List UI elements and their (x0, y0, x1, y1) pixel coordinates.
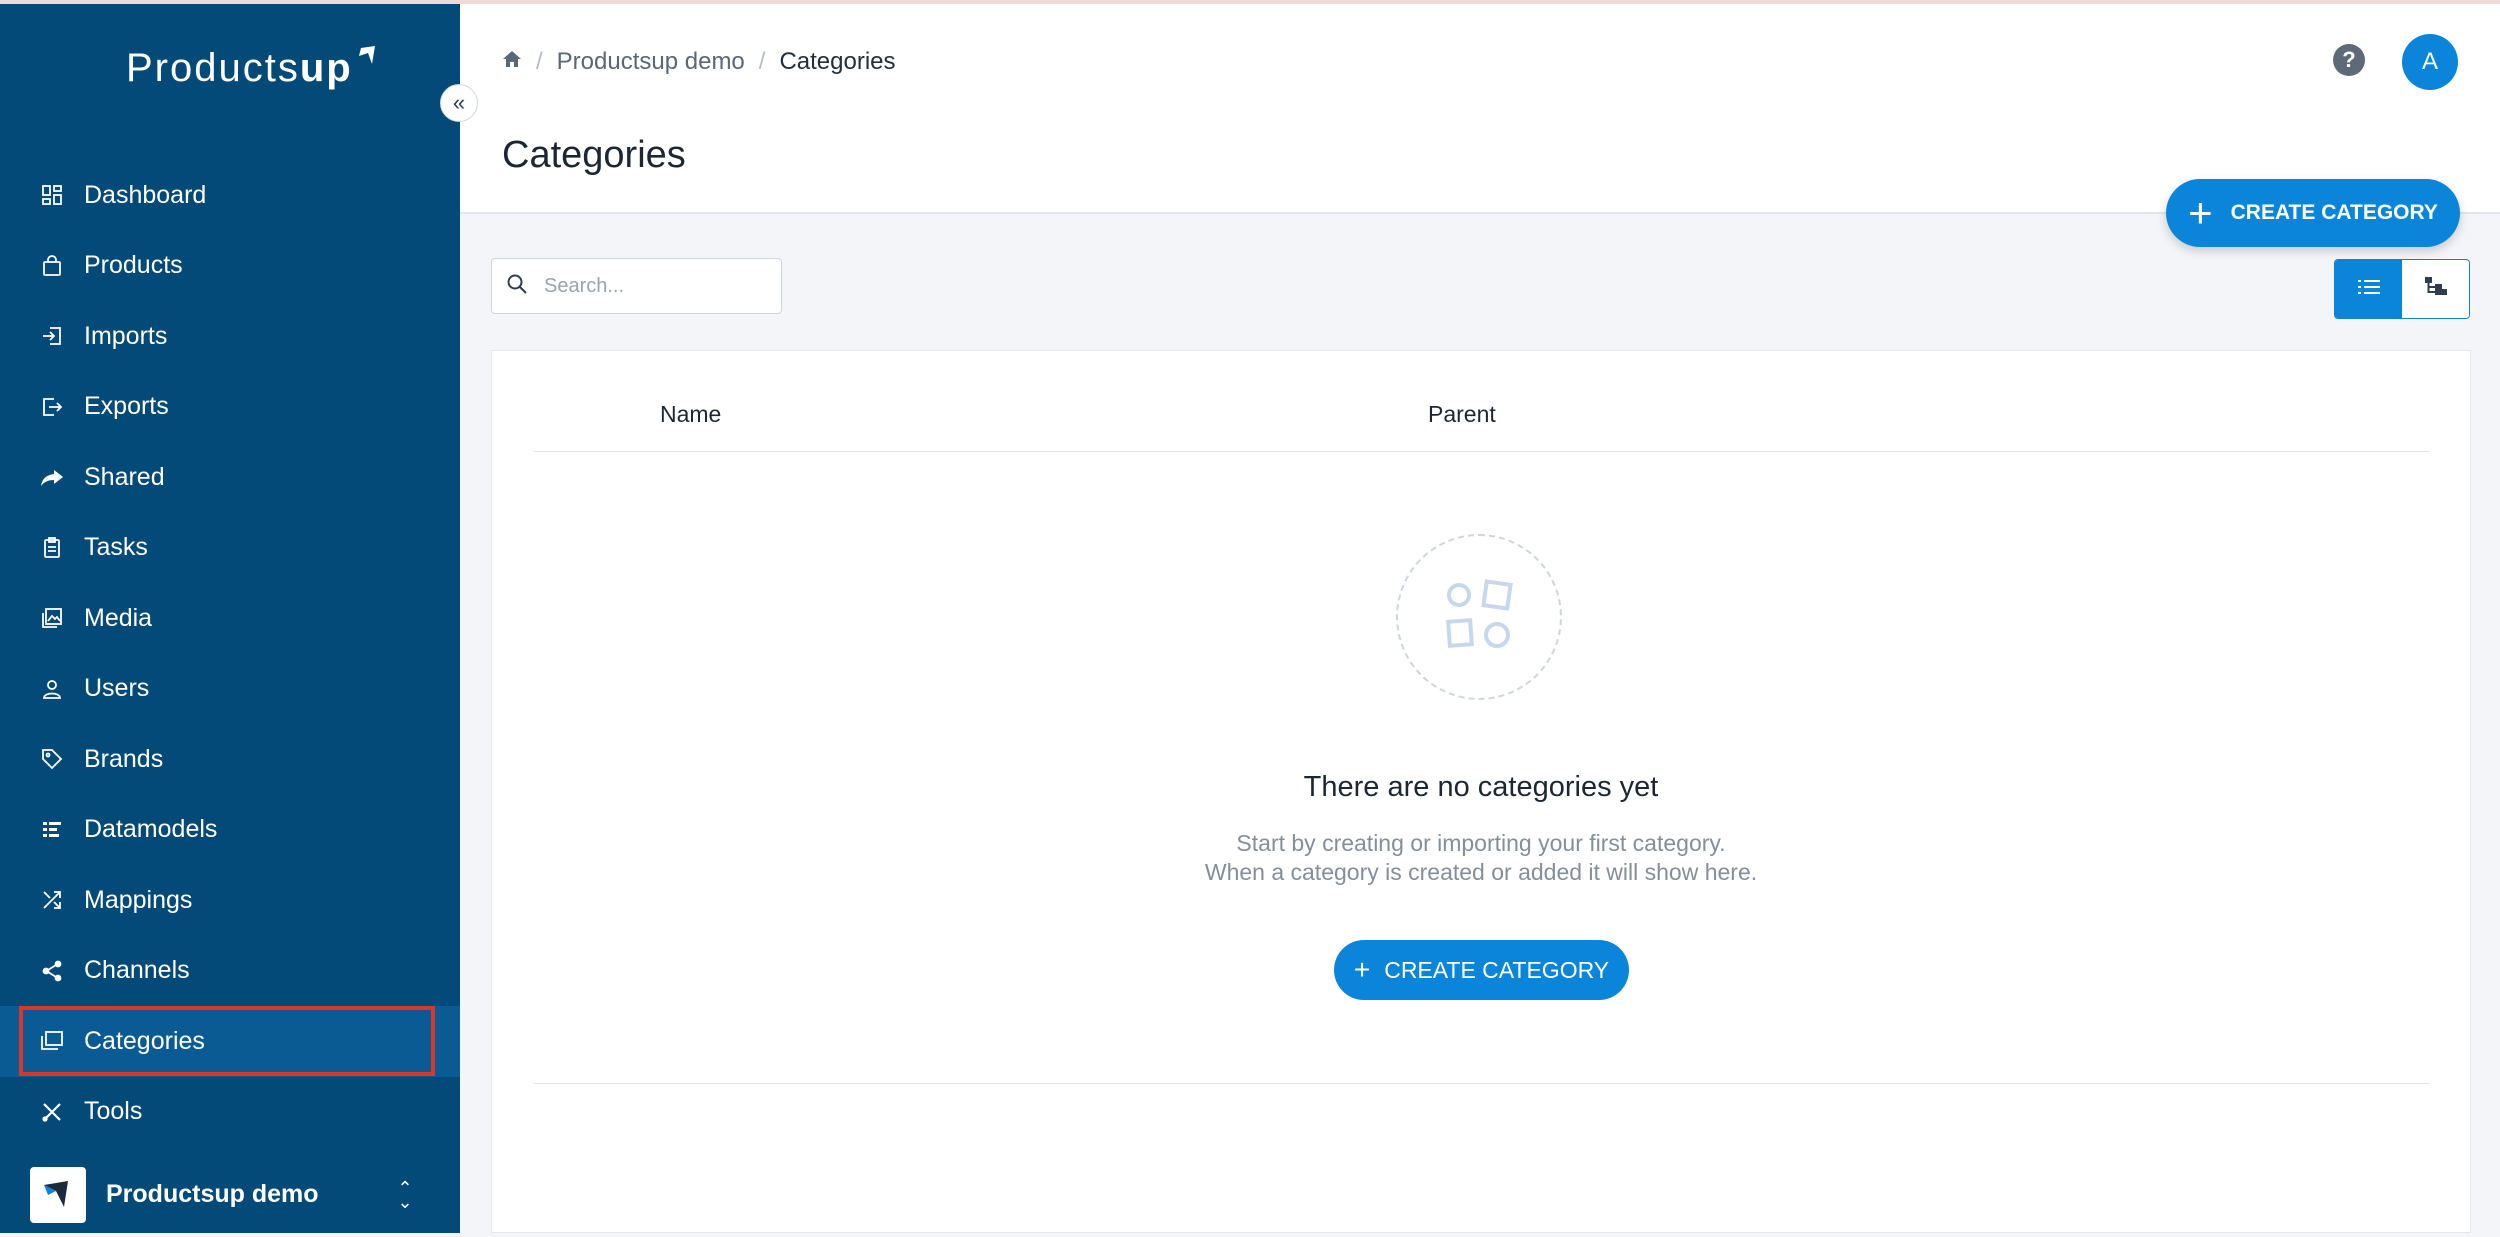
share-nodes-icon (38, 957, 66, 985)
plus-icon: + (1353, 954, 1371, 985)
sidebar-item-products[interactable]: Products (0, 231, 460, 302)
empty-state-illustration (1396, 534, 1562, 700)
page-title: Categories (502, 134, 686, 176)
sidebar-item-label: Datamodels (84, 815, 218, 844)
empty-state-create-label: CREATE CATEGORY (1384, 956, 1610, 983)
help-icon[interactable]: ? (2333, 44, 2365, 76)
sidebar-item-tasks[interactable]: Tasks (0, 513, 460, 584)
breadcrumb-item-current: Categories (779, 48, 896, 75)
sidebar-item-label: Users (84, 674, 150, 703)
sidebar-item-label: Tools (84, 1097, 143, 1126)
empty-state-line-1: Start by creating or importing your firs… (1236, 830, 1726, 856)
empty-state-line-2: When a category is created or added it w… (1204, 859, 1758, 885)
collapse-sidebar-button[interactable]: « (440, 84, 478, 122)
table-header-divider (534, 451, 2430, 452)
create-category-button[interactable]: + CREATE CATEGORY (2166, 179, 2460, 247)
search-input[interactable] (542, 273, 766, 299)
dashboard-icon (38, 181, 66, 209)
home-icon[interactable] (502, 48, 522, 76)
logo-text: Products (126, 46, 300, 90)
list-view-icon (2357, 278, 2380, 301)
sidebar-item-label: Imports (84, 321, 168, 350)
empty-state-description: Start by creating or importing your firs… (492, 829, 2470, 887)
sidebar-item-categories[interactable]: Categories (0, 1006, 460, 1077)
shuffle-icon (38, 886, 66, 914)
list-view-button[interactable] (2335, 260, 2402, 318)
sidebar-item-users[interactable]: Users (0, 654, 460, 725)
sidebar-item-label: Brands (84, 744, 164, 773)
sidebar-item-label: Tasks (84, 533, 148, 562)
search-icon (506, 273, 528, 300)
folders-icon (38, 1027, 66, 1055)
tree-view-button[interactable] (2402, 260, 2469, 318)
list-icon (38, 816, 66, 844)
sidebar-item-datamodels[interactable]: Datamodels (0, 795, 460, 866)
shapes-icon (1439, 575, 1519, 660)
double-chevron-left-icon: « (452, 90, 466, 115)
column-header-parent[interactable]: Parent (1428, 401, 1496, 428)
create-category-label: CREATE CATEGORY (2230, 201, 2438, 224)
sidebar-item-media[interactable]: Media (0, 583, 460, 654)
import-icon (38, 322, 66, 350)
sidebar-item-label: Dashboard (84, 180, 207, 209)
account-name: Productsup demo (106, 1180, 319, 1208)
categories-table-card: Name Parent There are no categories yet … (491, 350, 2471, 1233)
search-box[interactable] (491, 258, 782, 314)
share-arrow-icon (38, 463, 66, 491)
sidebar-item-label: Mappings (84, 885, 193, 914)
tree-view-icon (2424, 276, 2447, 302)
sidebar-item-mappings[interactable]: Mappings (0, 865, 460, 936)
image-icon (38, 604, 66, 632)
sidebar-item-tools[interactable]: Tools (0, 1077, 460, 1148)
view-toggle (2334, 259, 2470, 319)
sidebar-item-label: Shared (84, 462, 165, 491)
bag-icon (38, 252, 66, 280)
table-footer-divider (534, 1083, 2430, 1084)
sidebar-nav: Dashboard Products Imports Exports Share… (0, 160, 460, 1147)
sidebar-item-imports[interactable]: Imports (0, 301, 460, 372)
tag-icon (38, 745, 66, 773)
breadcrumb: / Productsup demo / Categories (502, 48, 896, 76)
sidebar-item-label: Categories (84, 1026, 205, 1055)
logo-text-bold: up (299, 46, 353, 90)
sidebar-item-channels[interactable]: Channels (0, 936, 460, 1007)
account-switcher[interactable]: Productsup demo ⌃ ⌄ (0, 1152, 460, 1237)
empty-state-create-category-button[interactable]: + CREATE CATEGORY (1334, 940, 1629, 1000)
avatar[interactable]: A (2402, 34, 2458, 90)
breadcrumb-item-account[interactable]: Productsup demo (557, 48, 745, 76)
sidebar: Products up « Dashboard Products Imports … (0, 4, 478, 1233)
sidebar-item-exports[interactable]: Exports (0, 372, 460, 443)
chevron-up-down-icon: ⌃ ⌄ (397, 1177, 413, 1212)
plus-icon: + (2188, 189, 2213, 236)
empty-state-title: There are no categories yet (1303, 771, 1659, 803)
logo-arrow-icon (357, 44, 379, 77)
sidebar-item-label: Media (84, 603, 153, 632)
tools-icon (38, 1098, 66, 1126)
sidebar-item-label: Products (84, 251, 183, 280)
sidebar-item-shared[interactable]: Shared (0, 442, 460, 513)
account-logo-icon (30, 1166, 86, 1223)
export-icon (38, 393, 66, 421)
clipboard-icon (38, 534, 66, 562)
column-header-name[interactable]: Name (660, 401, 721, 428)
sidebar-item-brands[interactable]: Brands (0, 724, 460, 795)
sidebar-item-dashboard[interactable]: Dashboard (0, 160, 460, 231)
sidebar-item-label: Channels (84, 956, 190, 985)
productsup-logo[interactable]: Products up (126, 46, 379, 91)
sidebar-item-label: Exports (84, 392, 169, 421)
user-icon (38, 675, 66, 703)
